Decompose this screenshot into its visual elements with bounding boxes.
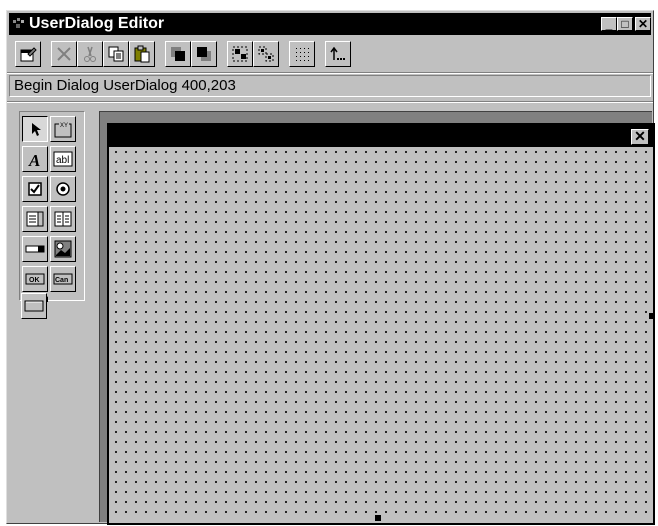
design-grid[interactable]: [115, 151, 647, 517]
bring-forward-icon: [171, 47, 185, 61]
dialog-statement-line[interactable]: Begin Dialog UserDialog 400,203: [9, 75, 651, 97]
resize-handle-right[interactable]: [649, 313, 655, 319]
copy-button[interactable]: [103, 41, 129, 67]
exit-icon: [330, 46, 345, 60]
svg-text:OK: OK: [29, 277, 40, 284]
app-icon: [13, 18, 24, 28]
minimize-icon: _: [605, 17, 613, 31]
combobox-tool[interactable]: [50, 206, 76, 232]
svg-text:XY: XY: [60, 123, 68, 129]
paste-icon: [134, 45, 150, 63]
user-dialog[interactable]: ✕: [107, 123, 655, 525]
radio-button-icon: [56, 182, 70, 196]
ok-button-tool[interactable]: OK: [22, 266, 48, 292]
ungroup-icon: [258, 46, 274, 62]
ok-button-icon: OK: [25, 273, 45, 285]
delete-button[interactable]: [51, 41, 77, 67]
close-button[interactable]: ✕: [635, 17, 651, 31]
pushbutton-tool[interactable]: [21, 293, 47, 319]
listbox-icon: [26, 211, 44, 227]
combobox-icon: [54, 211, 72, 227]
droplistbox-tool[interactable]: [22, 236, 48, 262]
grid-icon: [296, 48, 309, 61]
textbox-icon: abl: [53, 151, 73, 167]
properties-button[interactable]: [15, 41, 41, 67]
separator: [7, 101, 653, 103]
cancel-button-icon: Can: [53, 273, 73, 285]
copy-icon: [108, 46, 124, 62]
picture-tool[interactable]: [50, 236, 76, 262]
checkbox-icon: [28, 182, 42, 196]
minimize-button[interactable]: _: [601, 17, 617, 31]
optionbutton-tool[interactable]: [50, 176, 76, 202]
ungroup-button[interactable]: [253, 41, 279, 67]
select-tool[interactable]: [22, 116, 48, 142]
group-button[interactable]: [227, 41, 253, 67]
window-title: UserDialog Editor: [29, 15, 165, 32]
close-icon: ✕: [637, 17, 649, 31]
resize-handle-bottom[interactable]: [375, 515, 381, 521]
pushbutton-icon: [24, 300, 44, 312]
properties-icon: [20, 47, 37, 62]
toolbar: [9, 37, 651, 71]
close-icon: ✕: [634, 128, 646, 144]
cut-button[interactable]: [77, 41, 103, 67]
user-dialog-title-bar[interactable]: ✕: [109, 125, 653, 147]
cut-icon: [84, 46, 96, 62]
paste-button[interactable]: [129, 41, 155, 67]
send-backward-button[interactable]: [191, 41, 217, 67]
user-dialog-close-button[interactable]: ✕: [631, 129, 649, 145]
send-backward-icon: [197, 47, 211, 61]
editor-window: UserDialog Editor _ □ ✕ Begin Dialog Use…: [6, 10, 655, 525]
groupbox-tool[interactable]: XY: [50, 116, 76, 142]
cancel-button-tool[interactable]: Can: [50, 266, 76, 292]
text-label-icon: A: [28, 151, 40, 169]
droplist-icon: [25, 245, 45, 253]
svg-text:Can: Can: [55, 277, 68, 284]
svg-text:A: A: [28, 151, 40, 169]
groupbox-icon: XY: [54, 121, 72, 138]
arrow-pointer-icon: [32, 123, 41, 136]
exit-button[interactable]: [325, 41, 351, 67]
picture-icon: [54, 240, 72, 258]
title-bar[interactable]: UserDialog Editor _ □ ✕: [9, 13, 651, 35]
listbox-tool[interactable]: [22, 206, 48, 232]
checkbox-tool[interactable]: [22, 176, 48, 202]
group-icon: [232, 46, 248, 62]
separator: [7, 72, 653, 74]
text-tool[interactable]: A: [22, 146, 48, 172]
maximize-icon: □: [621, 17, 629, 31]
control-toolbox: XY A abl OK Can: [19, 111, 85, 302]
delete-icon: [57, 47, 71, 61]
bring-forward-button[interactable]: [165, 41, 191, 67]
maximize-button[interactable]: □: [617, 17, 633, 31]
textbox-tool[interactable]: abl: [50, 146, 76, 172]
svg-text:abl: abl: [56, 155, 69, 166]
grid-button[interactable]: [289, 41, 315, 67]
